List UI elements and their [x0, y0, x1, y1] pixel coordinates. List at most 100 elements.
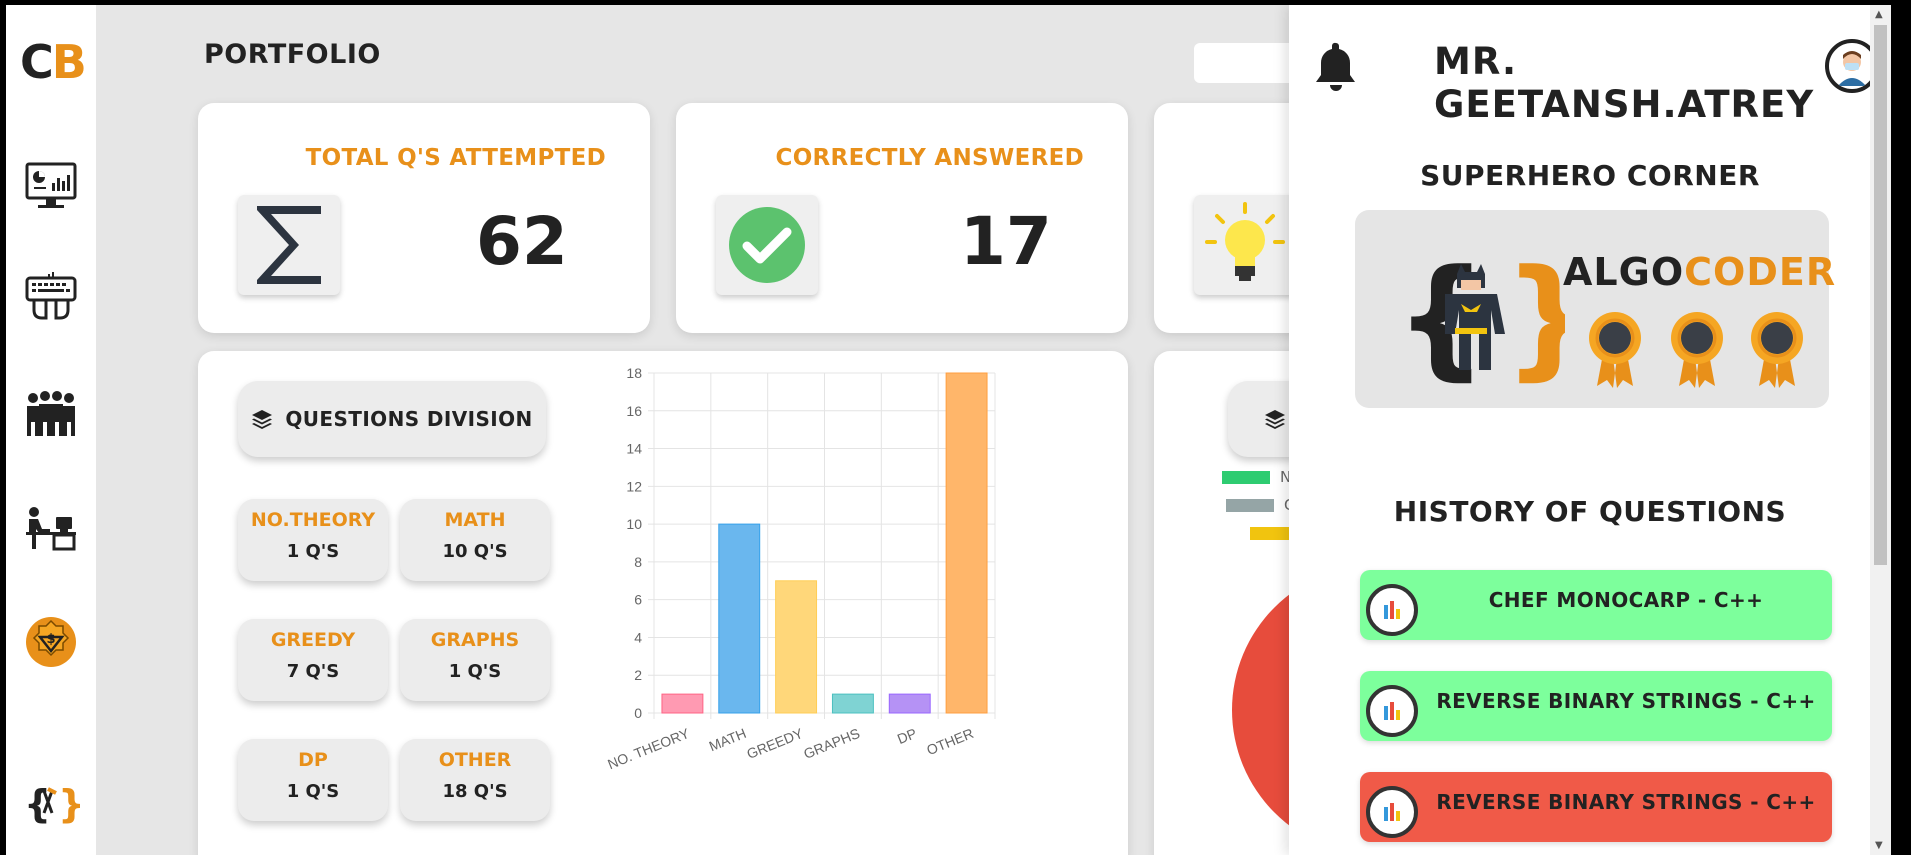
keyboard-practice-icon[interactable] [22, 268, 80, 326]
stat-title: CORRECTLY ANSWERED [775, 145, 1084, 171]
chart-icon [1366, 685, 1418, 737]
app-logo[interactable]: CB [20, 35, 87, 89]
scroll-up-icon[interactable]: ▲ [1875, 9, 1883, 20]
premium-badge-icon[interactable]: $ [22, 613, 80, 671]
code-tools-icon[interactable]: {} [22, 775, 80, 833]
y-tick-label: 12 [626, 478, 642, 494]
division-tile[interactable]: DP 1 Q'S [238, 739, 388, 821]
dashboard-icon[interactable] [22, 157, 80, 215]
bell-icon[interactable] [1315, 41, 1357, 97]
tile-title: GREEDY [270, 629, 356, 651]
stat-value: 17 [960, 203, 1052, 280]
y-tick-label: 2 [634, 667, 642, 683]
questions-division-label: QUESTIONS DIVISION [285, 407, 533, 431]
legend-swatch [1226, 499, 1274, 512]
x-tick-label: DP [895, 725, 919, 747]
tile-count: 18 Q'S [442, 781, 508, 802]
history-title: HISTORY OF QUESTIONS [1393, 495, 1787, 528]
superhero-card: { } ALGOCODER [1355, 210, 1835, 408]
bar [718, 523, 761, 714]
superhero-corner-title: SUPERHERO CORNER [1420, 159, 1760, 192]
check-circle-icon [716, 195, 818, 295]
legend-swatch [1250, 527, 1289, 540]
sigma-icon [238, 195, 340, 295]
user-name: MR. GEETANSH.ATREY [1434, 40, 1815, 126]
superhero-name: ALGOCODER [1563, 250, 1837, 294]
x-tick-label: GREEDY [744, 725, 805, 762]
y-tick-label: 10 [626, 516, 642, 532]
tile-count: 10 Q'S [442, 541, 508, 562]
tile-title: OTHER [438, 749, 512, 771]
x-tick-label: NO. THEORY [605, 725, 692, 773]
division-tile[interactable]: NO.THEORY 1 Q'S [238, 499, 388, 581]
questions-bar-chart: 0 2 4 6 8 10 12 14 16 18 NO. THEORY MATHGREEDYGRAPH… [605, 365, 996, 773]
y-tick-label: 8 [634, 554, 642, 570]
stat-card-attempted: TOTAL Q'S ATTEMPTED 62 [198, 103, 650, 333]
layers-icon [252, 410, 273, 429]
svg-text:}: } [58, 782, 80, 826]
batman-coder-icon: { } [1395, 250, 1565, 390]
profile-panel: MR. GEETANSH.ATREY SUPERHERO CORNER { } … [1289, 5, 1891, 855]
division-tile[interactable]: GRAPHS 1 Q'S [400, 619, 550, 701]
stat-value: 62 [476, 203, 568, 280]
bar [888, 693, 931, 714]
division-tile[interactable]: GREEDY 7 Q'S [238, 619, 388, 701]
distribution-button[interactable] [1228, 381, 1289, 457]
stat-card-third [1154, 103, 1289, 333]
svg-text:$: $ [46, 632, 55, 647]
medal-icon [1671, 312, 1723, 388]
scroll-down-icon[interactable]: ▼ [1875, 840, 1883, 851]
y-tick-label: 14 [626, 441, 642, 457]
history-item[interactable]: REVERSE BINARY STRINGS - C++ [1360, 772, 1832, 842]
tile-title: GRAPHS [430, 629, 520, 651]
page-title: PORTFOLIO [204, 39, 381, 70]
main-content: PORTFOLIO TOTAL Q'S ATTEMPTED 62 CORRECT… [96, 5, 1289, 855]
y-tick-label: 4 [634, 629, 642, 645]
stat-title: TOTAL Q'S ATTEMPTED [305, 145, 606, 171]
legend-swatch [1222, 471, 1270, 484]
tile-title: MATH [444, 509, 506, 531]
stat-card-correct: CORRECTLY ANSWERED 17 [676, 103, 1128, 333]
svg-text:}: } [1503, 250, 1565, 390]
tile-title: DP [298, 749, 328, 771]
bar [775, 580, 818, 714]
bar [831, 693, 874, 714]
workspace-icon[interactable] [22, 499, 80, 557]
medal-icon [1751, 312, 1803, 388]
history-item[interactable]: REVERSE BINARY STRINGS - C++ [1360, 671, 1832, 741]
history-item-label: REVERSE BINARY STRINGS - C++ [1436, 790, 1816, 814]
sidebar: CB $ {} [6, 5, 96, 855]
lightbulb-icon [1194, 195, 1289, 295]
division-tile[interactable]: MATH 10 Q'S [400, 499, 550, 581]
bar [945, 372, 988, 714]
tile-count: 1 Q'S [448, 661, 502, 682]
tile-count: 7 Q'S [286, 661, 340, 682]
questions-division-button[interactable]: QUESTIONS DIVISION [238, 381, 546, 457]
tile-title: NO.THEORY [250, 509, 376, 531]
tile-count: 1 Q'S [286, 781, 340, 802]
panel-scrollbar[interactable]: ▲ ▼ [1870, 5, 1891, 855]
app-frame: CB $ {} PORTFOLIO TOTAL Q'S ATTEMPTED [0, 0, 1911, 855]
community-icon[interactable] [22, 385, 80, 443]
bar [661, 693, 704, 714]
division-tile[interactable]: OTHER 18 Q'S [400, 739, 550, 821]
x-tick-label: GRAPHS [801, 725, 862, 762]
layers-icon [1265, 410, 1285, 429]
y-tick-label: 0 [634, 705, 642, 721]
y-tick-label: 6 [634, 592, 642, 608]
scrollbar-thumb[interactable] [1874, 25, 1887, 565]
medal-icon [1589, 312, 1641, 388]
y-tick-label: 16 [626, 403, 642, 419]
history-item-label: REVERSE BINARY STRINGS - C++ [1436, 689, 1816, 713]
x-tick-label: MATH [707, 725, 749, 754]
x-tick-label: OTHER [924, 725, 975, 758]
search-input[interactable] [1194, 43, 1289, 83]
chart-icon [1366, 786, 1418, 838]
y-tick-label: 18 [626, 365, 642, 381]
chart-icon [1366, 584, 1418, 636]
history-item[interactable]: CHEF MONOCARP - C++ [1360, 570, 1832, 640]
questions-division-card: QUESTIONS DIVISION NO.THEORY 1 Q'S MATH 10… [198, 351, 1128, 855]
tile-count: 1 Q'S [286, 541, 340, 562]
history-item-label: CHEF MONOCARP - C++ [1488, 588, 1764, 612]
legend-label: N [1280, 468, 1289, 486]
